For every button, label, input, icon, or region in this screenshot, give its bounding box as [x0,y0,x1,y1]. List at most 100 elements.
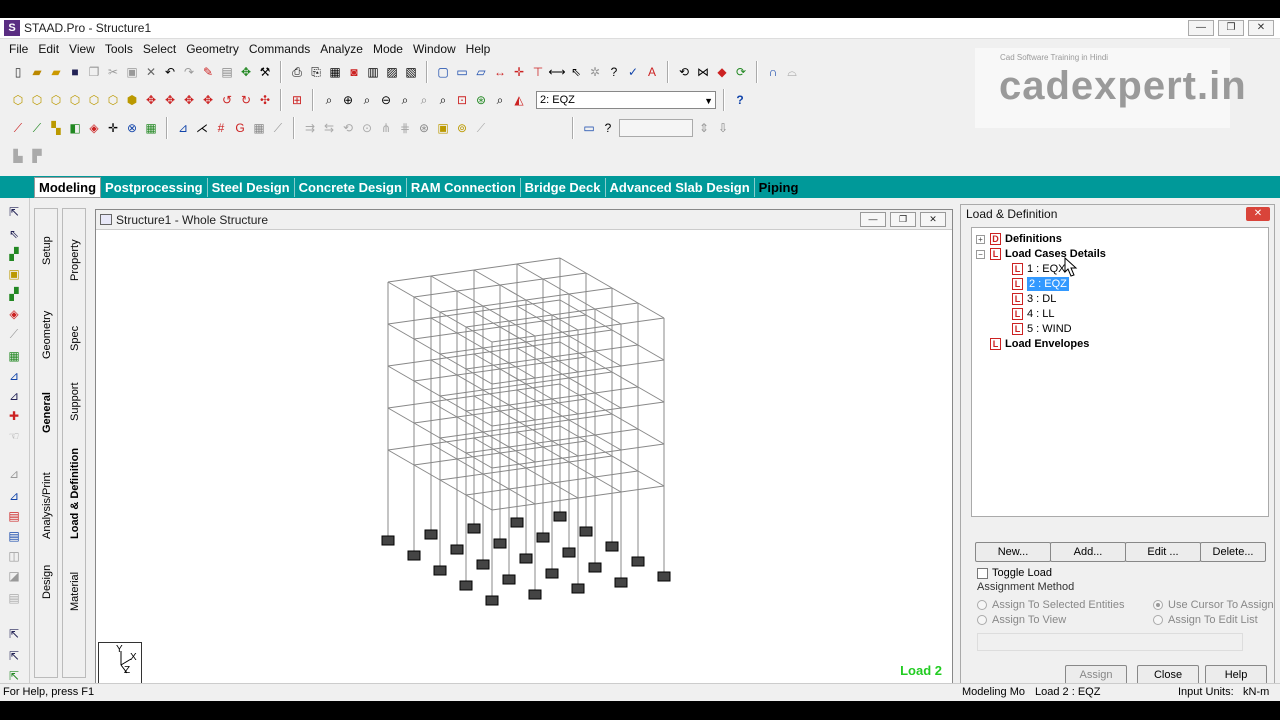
frame-member[interactable] [430,275,458,292]
frame-member[interactable] [551,392,596,400]
label-icon[interactable]: A [644,64,660,80]
frame-member[interactable] [508,440,553,448]
display-view-icon[interactable]: ⊛ [473,92,489,108]
frame-member[interactable] [577,491,622,499]
frame-member[interactable] [594,386,639,394]
select-surfaces-icon[interactable]: ◈ [86,120,102,136]
frame-member[interactable] [413,296,441,313]
frame-member[interactable] [516,341,561,349]
frame-member[interactable] [525,425,553,442]
frame-member[interactable] [594,308,622,325]
rotate-right-icon[interactable]: ✥ [200,92,216,108]
pen-icon[interactable]: ✎ [200,64,216,80]
panel-close-icon[interactable]: ✕ [1246,207,1270,221]
drag-icon[interactable]: ☜ [6,428,22,444]
property-icon[interactable]: ▣ [435,120,451,136]
zoom-previous-icon[interactable]: ⌕ [397,92,413,108]
frame-member[interactable] [413,458,458,466]
frame-member[interactable] [620,443,665,451]
fixed-support-icon[interactable] [519,553,533,564]
frame-member[interactable] [482,341,527,349]
frame-member[interactable] [473,395,501,412]
frame-member[interactable] [456,458,484,475]
rotate-left-icon[interactable]: ✥ [181,92,197,108]
menu-tools[interactable]: Tools [100,42,138,56]
print-preview-icon[interactable]: ⎘ [308,64,324,80]
frame-member[interactable] [430,317,458,334]
snap-node-icon[interactable]: ⊿ [6,368,22,384]
frame-member[interactable] [456,290,484,307]
frame-member[interactable] [473,347,518,355]
minimize-button[interactable]: — [1188,20,1214,36]
print-icon[interactable]: ⎙ [289,64,305,80]
select-beams-icon[interactable]: ⟋ [29,120,45,136]
frame-member[interactable] [508,320,536,337]
mirror-icon[interactable]: ⇆ [321,120,337,136]
frame-member[interactable] [439,305,484,313]
menu-help[interactable]: Help [461,42,496,56]
load-icon[interactable]: ⟋ [473,120,489,136]
tab-setup[interactable]: Setup [37,215,57,265]
beam-add-icon[interactable]: ⊤ [530,64,546,80]
query-icon[interactable]: ? [606,64,622,80]
zoom-out-icon[interactable]: ⊖ [378,92,394,108]
select-nodes-icon[interactable]: ⟋ [10,120,26,136]
frame-member[interactable] [516,389,544,406]
tree-load-cases[interactable]: − L Load Cases Details [976,247,1106,261]
frame-member[interactable] [465,494,493,511]
frame-member[interactable] [551,356,579,373]
frame-member[interactable] [516,347,544,364]
frame-member[interactable] [456,410,501,418]
tab-material[interactable]: Material [65,547,85,611]
cut-icon[interactable]: ✂ [105,64,121,80]
frame-member[interactable] [413,416,458,424]
geometry-cursor-icon[interactable]: ⟋ [6,326,22,342]
menu-window[interactable]: Window [408,42,461,56]
section-icon[interactable]: ⋈ [695,64,711,80]
tab-postprocessing[interactable]: Postprocessing [101,177,208,197]
zoom-area-icon[interactable]: ⌕ [435,92,451,108]
frame-member[interactable] [525,383,553,400]
frame-member[interactable] [568,377,596,394]
frame-member[interactable] [473,311,501,328]
frame-member[interactable] [568,455,613,463]
assign-selected-radio[interactable]: Assign To Selected Entities [977,599,1124,611]
frame-member[interactable] [525,293,570,301]
frame-member[interactable] [620,401,665,409]
camera-icon[interactable]: ◙ [346,64,362,80]
frame-member[interactable] [387,281,415,298]
frame-member[interactable] [542,398,587,406]
add-plate-icon[interactable]: ⊿ [6,388,22,404]
zoom-in-icon[interactable]: ⊕ [340,92,356,108]
radio-icon[interactable] [977,600,987,610]
frame-member[interactable] [482,383,527,391]
node-cursor-icon[interactable]: ▞ [6,246,22,262]
fixed-support-icon[interactable] [407,550,421,561]
frame-member[interactable] [413,380,441,397]
snap-icon[interactable]: ✲ [587,64,603,80]
undo-icon[interactable]: ↶ [162,64,178,80]
table-tool-icon[interactable]: ▤ [6,508,22,524]
frame-member[interactable] [430,359,458,376]
dimension-icon[interactable]: ↔ [492,64,508,80]
frame-member[interactable] [439,311,467,328]
tab-geometry[interactable]: Geometry [37,281,57,359]
new-view-icon[interactable]: ⊡ [454,92,470,108]
view-front-icon[interactable]: ⬡ [10,92,26,108]
frame-member[interactable] [516,299,561,307]
report-tool-icon[interactable]: ▤ [6,528,22,544]
assign-edit-list-radio[interactable]: Assign To Edit List [1153,614,1258,626]
menu-select[interactable]: Select [138,42,181,56]
translational-repeat-icon[interactable]: ⇉ [302,120,318,136]
frame-member[interactable] [465,488,510,496]
show-tool-icon[interactable]: ◪ [6,568,22,584]
merge-icon[interactable]: ⋔ [378,120,394,136]
frame-member[interactable] [559,383,587,400]
fixed-support-icon[interactable] [657,571,671,582]
refresh-icon[interactable]: ⟳ [733,64,749,80]
report-icon[interactable]: ▥ [365,64,381,80]
frame-member[interactable] [525,419,570,427]
frame-member[interactable] [387,449,415,466]
frame-member[interactable] [637,428,665,445]
frame-member[interactable] [508,446,536,463]
